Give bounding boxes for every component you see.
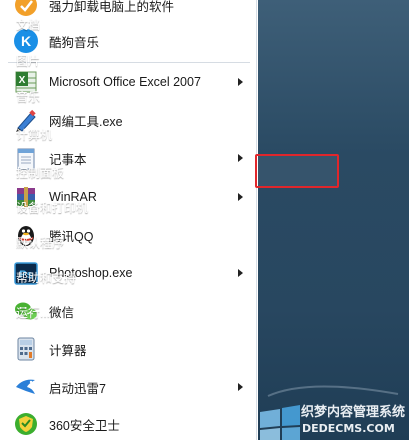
list-divider	[8, 62, 250, 63]
program-item-360-safe[interactable]: 360安全卫士	[0, 406, 257, 440]
submenu-arrow-icon[interactable]	[238, 383, 243, 391]
svg-text:X: X	[19, 75, 26, 86]
place-computer[interactable]: 计算机	[16, 126, 52, 143]
place-documents[interactable]: 文档	[16, 16, 40, 33]
watermark-subtext: DEDECMS.COM	[302, 422, 395, 435]
submenu-arrow-icon[interactable]	[238, 154, 243, 162]
program-item-thunder[interactable]: 启动迅雷7	[0, 369, 257, 405]
place-devices-printers[interactable]: 设备和打印机	[16, 199, 88, 216]
submenu-arrow-icon[interactable]	[238, 78, 243, 86]
place-default-programs[interactable]: 默认程序	[16, 234, 64, 251]
program-label: 360安全卫士	[49, 418, 120, 433]
submenu-arrow-icon[interactable]	[238, 193, 243, 201]
program-label: 网编工具.exe	[49, 114, 123, 129]
highlight-box	[255, 154, 339, 188]
submenu-arrow-icon[interactable]	[238, 269, 243, 277]
calculator-icon	[12, 335, 40, 363]
place-run[interactable]: 运行...	[16, 304, 50, 321]
program-label: 启动迅雷7	[49, 381, 106, 396]
place-help-support[interactable]: 帮助和支持	[16, 269, 76, 286]
places-pane	[258, 0, 409, 440]
svg-text:K: K	[21, 33, 31, 49]
watermark-text: 织梦内容管理系统	[301, 405, 406, 420]
place-control-panel[interactable]: 控制面板	[16, 164, 64, 181]
thunder-bird-icon	[12, 373, 40, 401]
place-music[interactable]: 音乐	[16, 88, 40, 105]
program-item-calculator[interactable]: 计算器	[0, 331, 257, 367]
program-label: 微信	[49, 305, 75, 320]
program-label: 酷狗音乐	[49, 35, 100, 50]
shield-360-icon	[12, 410, 40, 438]
program-label: 强力卸载电脑上的软件	[49, 0, 175, 14]
place-pictures[interactable]: 图片	[16, 52, 40, 69]
program-label: 计算器	[49, 343, 87, 358]
program-label: Microsoft Office Excel 2007	[49, 75, 201, 89]
